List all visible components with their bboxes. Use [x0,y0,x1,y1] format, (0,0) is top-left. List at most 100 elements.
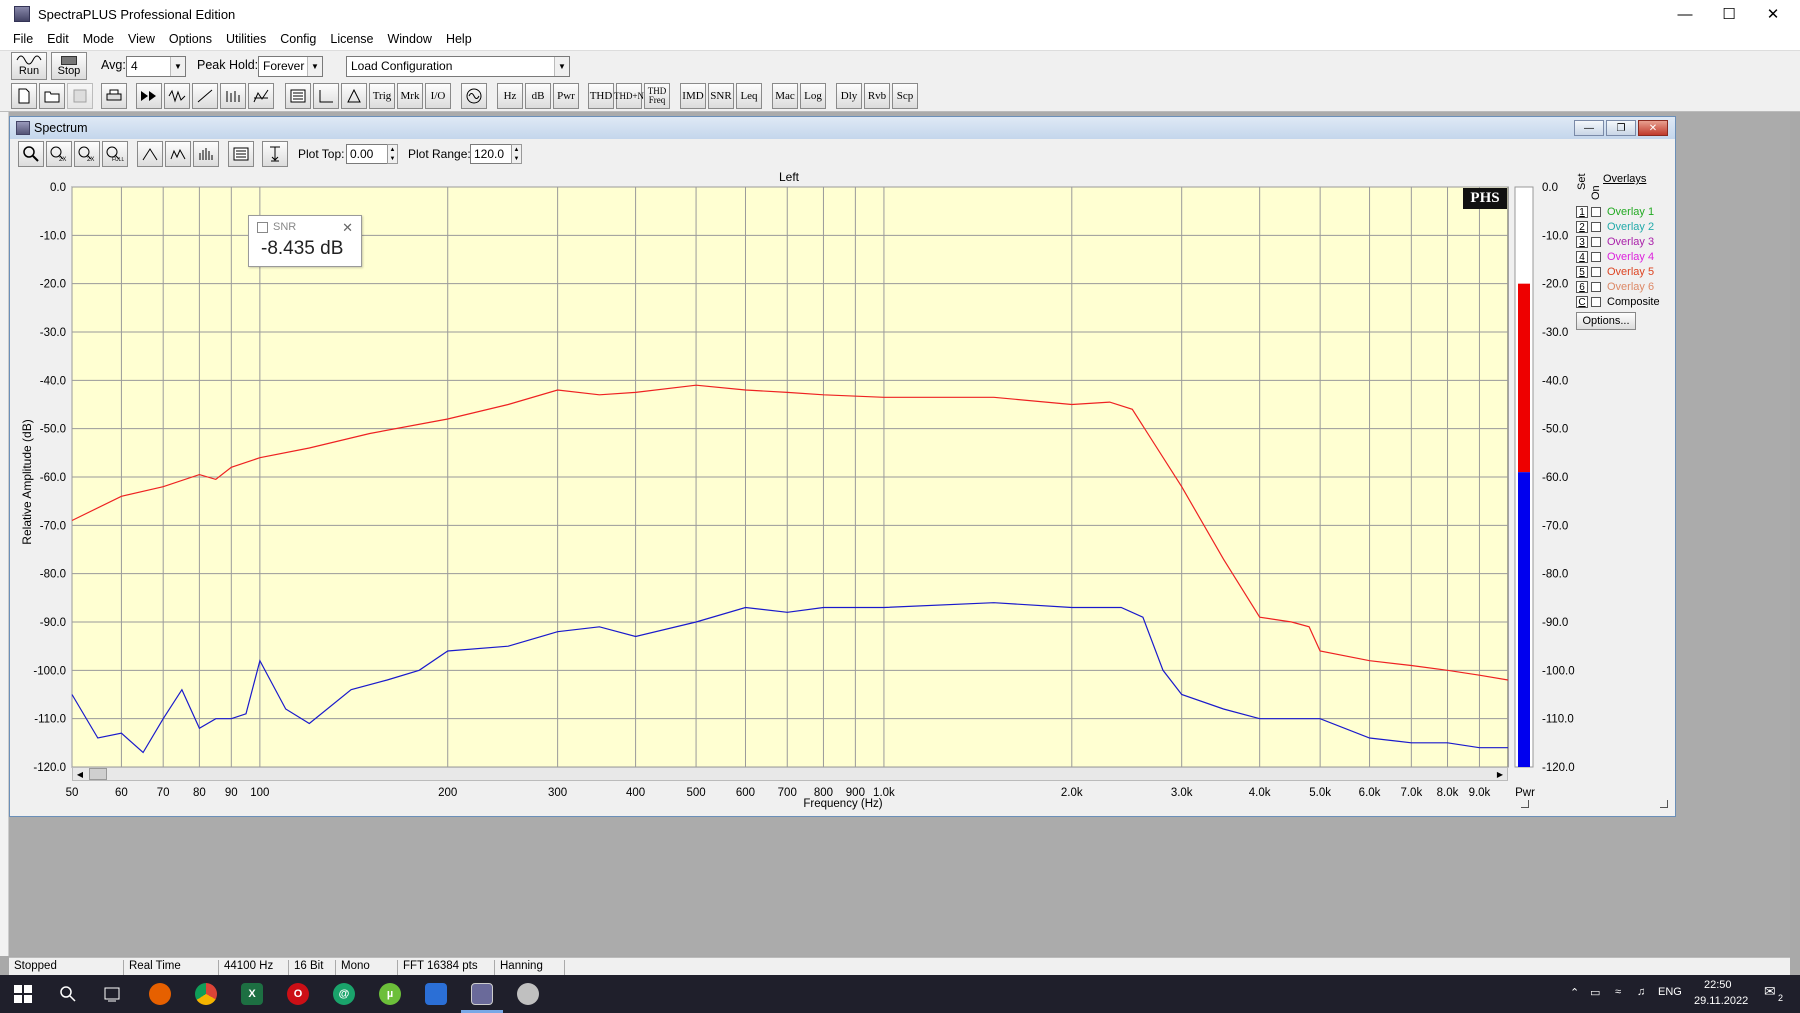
calibrate-icon[interactable] [341,83,367,109]
zoom-full-icon[interactable]: FULL [102,141,128,167]
overlay-set-button[interactable]: 1 [1576,206,1588,218]
run-button[interactable]: Run [11,52,47,80]
close-icon[interactable]: ✕ [342,220,353,236]
thd-n-button[interactable]: THD+N [614,83,644,109]
overlay-row[interactable]: C Composite [1576,296,1660,308]
overlay-set-button[interactable]: 2 [1576,221,1588,233]
clock-date[interactable]: 29.11.2022 [1694,995,1748,1007]
spectrum-icon[interactable] [192,83,218,109]
overlay-row[interactable]: 4 Overlay 4 [1576,251,1654,263]
menu-options[interactable]: Options [169,32,212,46]
peak-icon[interactable] [137,141,163,167]
scp-button[interactable]: Scp [892,83,918,109]
spectrum-restore-button[interactable]: ❐ [1606,120,1636,136]
overlay-row[interactable]: 6 Overlay 6 [1576,281,1654,293]
mail-icon[interactable]: @ [333,983,355,1005]
overlay-row[interactable]: 5 Overlay 5 [1576,266,1654,278]
notifications-icon[interactable]: ✉ [1764,983,1776,1000]
overlay-row[interactable]: 3 Overlay 3 [1576,236,1654,248]
menu-utilities[interactable]: Utilities [226,32,266,46]
plot-range-input[interactable]: 120.0 ▲ ▼ [470,144,522,164]
plot-top-input[interactable]: 0.00 ▲ ▼ [346,144,398,164]
properties-icon[interactable] [228,141,254,167]
spectrum-close-button[interactable]: ✕ [1638,120,1668,136]
task-view-icon[interactable] [101,983,123,1005]
new-file-icon[interactable] [11,83,37,109]
mac-button[interactable]: Mac [772,83,798,109]
tray-expand-icon[interactable]: ⌃ [1570,986,1579,999]
overlay-checkbox[interactable] [1591,237,1601,247]
peak-hold-select[interactable]: Forever ▼ [258,56,323,77]
save-icon[interactable] [67,83,93,109]
scroll-thumb[interactable] [89,768,107,780]
overlay-set-button[interactable]: 3 [1576,236,1588,248]
overlay-checkbox[interactable] [1591,282,1601,292]
spectrogram-icon[interactable] [248,83,274,109]
thd-freq-button[interactable]: THD Freq [644,83,670,109]
menu-window[interactable]: Window [387,32,431,46]
spectraplus-taskbar-icon[interactable] [471,983,493,1005]
line-graph-icon[interactable] [165,141,191,167]
minimize-button[interactable]: — [1662,0,1708,28]
opera-icon[interactable]: O [287,983,309,1005]
menu-view[interactable]: View [128,32,155,46]
plot-top-spinner[interactable]: ▲ ▼ [387,144,398,164]
configuration-select[interactable]: Load Configuration ▼ [346,56,570,77]
window-resize-grip[interactable] [1660,800,1668,808]
leq-button[interactable]: Leq [736,83,762,109]
time-series-icon[interactable] [164,83,190,109]
stop-button[interactable]: Stop [51,52,87,80]
thd-button[interactable]: THD [588,83,614,109]
snr-button[interactable]: SNR [708,83,734,109]
plot-range-spinner[interactable]: ▲ ▼ [511,144,522,164]
generator-icon[interactable] [461,83,487,109]
overlay-row[interactable]: 1 Overlay 1 [1576,206,1654,218]
axis-icon[interactable] [313,83,339,109]
scroll-left-arrow[interactable]: ◀ [73,768,87,780]
plot-resize-grip[interactable] [1521,800,1529,808]
zoom-icon[interactable] [18,141,44,167]
overlay-set-button[interactable]: 5 [1576,266,1588,278]
print-icon[interactable] [101,83,127,109]
bar-graph-icon[interactable] [193,141,219,167]
menu-edit[interactable]: Edit [47,32,69,46]
battery-icon[interactable]: ▭ [1590,986,1600,999]
trig-button[interactable]: Trig [369,83,395,109]
close-button[interactable]: ✕ [1750,0,1796,28]
zoom-in-2x-icon[interactable]: 2X [46,141,72,167]
rvb-button[interactable]: Rvb [864,83,890,109]
fast-forward-icon[interactable] [136,83,162,109]
app-icon-gray[interactable] [517,983,539,1005]
scale-icon[interactable] [262,141,288,167]
wifi-icon[interactable]: ≈ [1615,986,1621,998]
log-button[interactable]: Log [800,83,826,109]
windows-start-icon[interactable] [12,983,34,1005]
menu-config[interactable]: Config [280,32,316,46]
overlay-checkbox[interactable] [1591,207,1601,217]
settings-panel-icon[interactable] [285,83,311,109]
overlay-checkbox[interactable] [1591,297,1601,307]
overlay-options-button[interactable]: Options... [1576,312,1636,330]
dly-button[interactable]: Dly [836,83,862,109]
menu-license[interactable]: License [330,32,373,46]
zoom-out-2x-icon[interactable]: 2X [74,141,100,167]
pwr-button[interactable]: Pwr [553,83,579,109]
language-indicator[interactable]: ENG [1658,986,1682,998]
hz-button[interactable]: Hz [497,83,523,109]
overlay-checkbox[interactable] [1591,252,1601,262]
scroll-right-arrow[interactable]: ▶ [1493,768,1507,780]
menu-file[interactable]: File [13,32,33,46]
imd-button[interactable]: IMD [680,83,706,109]
volume-icon[interactable]: ♫ [1637,986,1645,998]
open-folder-icon[interactable] [39,83,65,109]
utorrent-icon[interactable]: µ [379,983,401,1005]
menu-mode[interactable]: Mode [83,32,114,46]
phase-icon[interactable] [220,83,246,109]
overlays-header[interactable]: Overlays [1603,173,1646,185]
maximize-button[interactable]: ☐ [1706,0,1752,28]
snr-readout-window[interactable]: SNR ✕ -8.435 dB [248,215,362,267]
db-button[interactable]: dB [525,83,551,109]
overlay-checkbox[interactable] [1591,222,1601,232]
avg-select[interactable]: 4 ▼ [126,56,186,77]
overlay-set-button[interactable]: 4 [1576,251,1588,263]
